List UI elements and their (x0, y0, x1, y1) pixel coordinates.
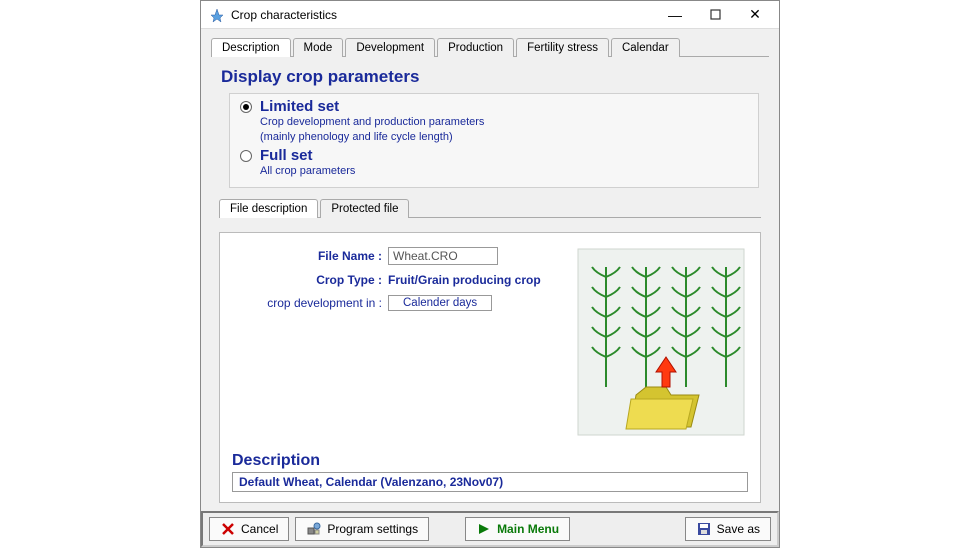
cancel-label: Cancel (241, 522, 278, 536)
settings-icon (306, 521, 322, 537)
titlebar: Crop characteristics — ✕ (201, 1, 779, 29)
save-as-label: Save as (717, 522, 760, 536)
radio-limited-set[interactable]: Limited set Crop development and product… (240, 98, 748, 145)
croptype-label: Crop Type : (232, 273, 382, 287)
radio-limited-desc2: (mainly phenology and life cycle length) (260, 130, 484, 145)
main-tabs: Description Mode Development Production … (211, 37, 769, 57)
subtab-file-description[interactable]: File description (219, 199, 318, 218)
filename-input[interactable] (388, 247, 498, 265)
main-menu-button[interactable]: Main Menu (465, 517, 570, 541)
program-settings-label: Program settings (327, 522, 418, 536)
tab-calendar[interactable]: Calendar (611, 38, 680, 57)
cropdev-label: crop development in : (232, 296, 382, 310)
program-settings-button[interactable]: Program settings (295, 517, 429, 541)
maximize-button[interactable] (695, 2, 735, 28)
radio-indicator (240, 150, 252, 162)
save-icon (696, 521, 712, 537)
window-title: Crop characteristics (231, 8, 655, 22)
description-heading: Description (232, 452, 748, 470)
maximize-icon (710, 9, 721, 20)
description-text: Default Wheat, Calendar (Valenzano, 23No… (232, 472, 748, 492)
radio-full-set[interactable]: Full set All crop parameters (240, 147, 748, 179)
display-options-group: Limited set Crop development and product… (229, 93, 759, 188)
crop-illustration (576, 247, 746, 437)
file-description-panel: File Name : Crop Type : Fruit/Grain prod… (219, 232, 761, 503)
form-fields: File Name : Crop Type : Fruit/Grain prod… (232, 247, 573, 437)
tab-mode[interactable]: Mode (293, 38, 344, 57)
radio-indicator (240, 101, 252, 113)
calendar-days-button[interactable]: Calender days (388, 295, 492, 311)
page-heading: Display crop parameters (221, 67, 765, 87)
content-area: Description Mode Development Production … (201, 29, 779, 511)
radio-full-label: Full set (260, 147, 355, 164)
tab-production[interactable]: Production (437, 38, 514, 57)
cancel-icon (220, 521, 236, 537)
radio-limited-desc1: Crop development and production paramete… (260, 115, 484, 130)
radio-full-desc1: All crop parameters (260, 164, 355, 179)
window-controls: — ✕ (655, 2, 775, 28)
filename-label: File Name : (232, 249, 382, 263)
croptype-value: Fruit/Grain producing crop (388, 273, 541, 287)
tab-development[interactable]: Development (345, 38, 435, 57)
tab-description[interactable]: Description (211, 38, 291, 57)
radio-limited-label: Limited set (260, 98, 484, 115)
main-menu-label: Main Menu (497, 522, 559, 536)
cancel-button[interactable]: Cancel (209, 517, 289, 541)
sub-tabs: File description Protected file (219, 198, 761, 218)
main-menu-icon (476, 521, 492, 537)
illustration-area (573, 247, 748, 437)
app-icon (209, 7, 225, 23)
tab-fertility-stress[interactable]: Fertility stress (516, 38, 609, 57)
bottom-toolbar: Cancel Program settings Main Menu Save a… (201, 511, 779, 547)
close-button[interactable]: ✕ (735, 2, 775, 28)
minimize-button[interactable]: — (655, 2, 695, 28)
window: Crop characteristics — ✕ Description Mod… (200, 0, 780, 548)
save-as-button[interactable]: Save as (685, 517, 771, 541)
subtab-protected-file[interactable]: Protected file (320, 199, 409, 218)
